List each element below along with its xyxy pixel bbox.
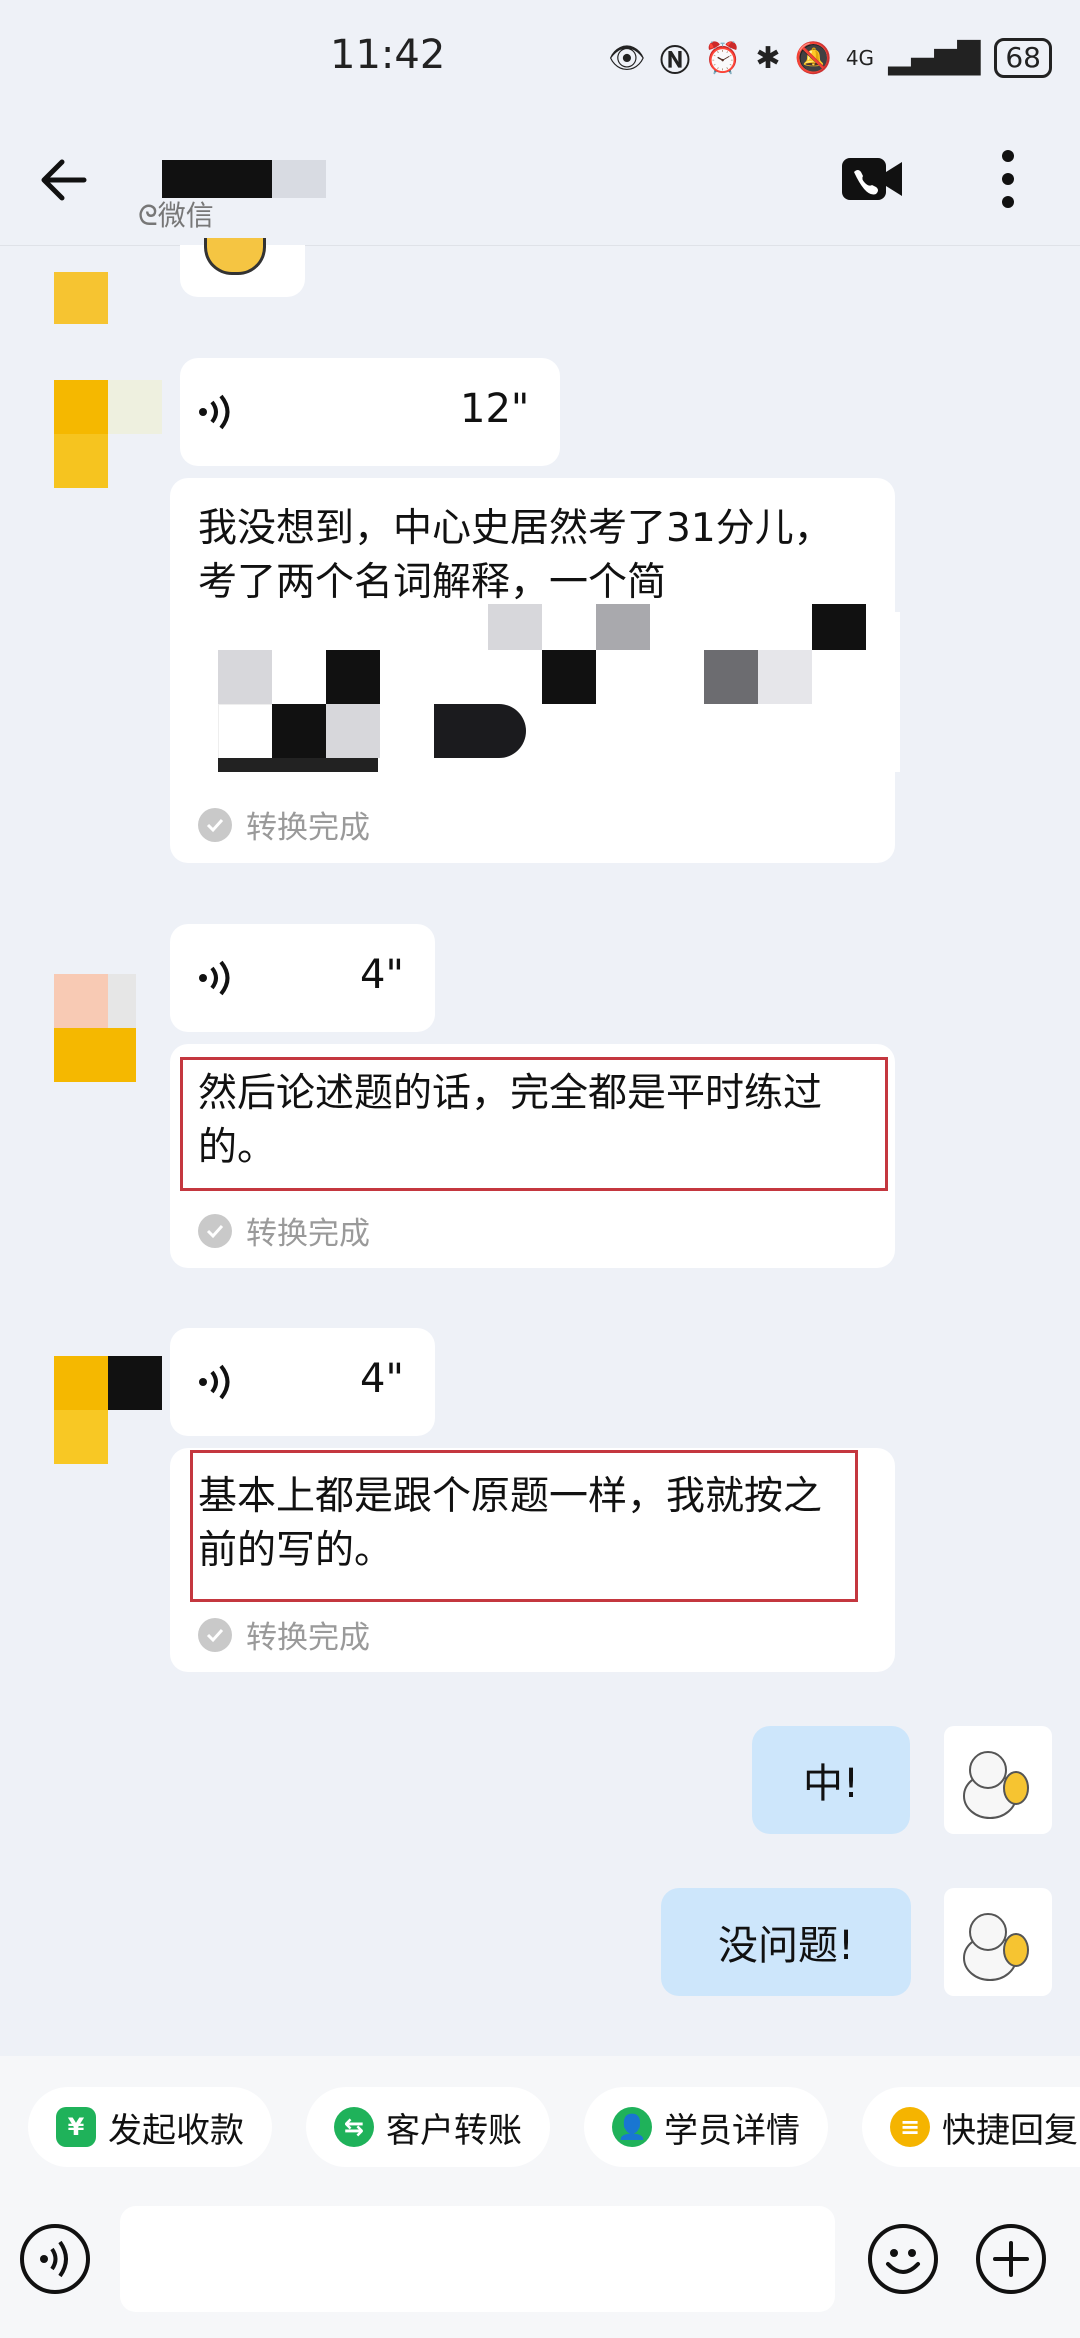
conversion-status-text: 转换完成 bbox=[246, 810, 370, 846]
check-icon bbox=[198, 1213, 232, 1248]
quick-action-label: 学员详情 bbox=[664, 2110, 800, 2151]
smiley-icon bbox=[886, 2249, 920, 2274]
check-icon bbox=[198, 1617, 232, 1652]
cartoon-avatar-icon bbox=[963, 1913, 1029, 1981]
my-text-bubble[interactable]: 中! bbox=[752, 1726, 910, 1834]
more-options-icon[interactable] bbox=[996, 148, 1020, 210]
emoji-button[interactable] bbox=[868, 2224, 938, 2294]
conversion-status: 转换完成 bbox=[198, 1208, 370, 1253]
transcript-text: 我没想到，中心史居然考了31分儿，考了两个名词解释，一个简 bbox=[198, 506, 833, 605]
voice-input-button[interactable] bbox=[20, 2224, 90, 2294]
quick-action-label: 发起收款 bbox=[108, 2110, 244, 2151]
voice-duration: 4" bbox=[360, 952, 404, 998]
video-call-icon[interactable] bbox=[840, 154, 904, 204]
quick-reply-icon: ≡ bbox=[890, 2107, 930, 2147]
contact-name-redacted bbox=[162, 160, 272, 198]
yen-shield-icon: ¥ bbox=[56, 2107, 96, 2147]
signal-icon: ▂▄▆█ bbox=[888, 40, 981, 76]
transcript-text: 然后论述题的话，完全都是平时练过的。 bbox=[198, 1071, 823, 1170]
status-time: 11:42 bbox=[330, 32, 446, 78]
status-icons: 👁 Ⓝ ⏰ ✱ 🔕 4G ▂▄▆█ 68 bbox=[608, 36, 1052, 80]
transcript-text: 基本上都是跟个原题一样，我就按之前的写的。 bbox=[198, 1474, 823, 1573]
my-text-bubble[interactable]: 没问题! bbox=[661, 1888, 911, 1996]
quick-action-student-details[interactable]: 👤 学员详情 bbox=[584, 2087, 828, 2167]
quick-action-label: 客户转账 bbox=[386, 2110, 522, 2151]
wechat-source-label: ᘓ微信 bbox=[138, 194, 214, 234]
wechat-link-icon: ᘓ bbox=[138, 199, 158, 232]
my-avatar bbox=[944, 1888, 1052, 1996]
my-avatar bbox=[944, 1726, 1052, 1834]
contact-name-redacted-fade bbox=[272, 160, 326, 198]
network-label: 4G bbox=[845, 46, 875, 70]
voice-wave-icon bbox=[40, 2240, 68, 2278]
wechat-source-text: 微信 bbox=[157, 199, 214, 232]
more-functions-button[interactable] bbox=[976, 2224, 1046, 2294]
conversion-status-text: 转换完成 bbox=[246, 1216, 370, 1252]
back-arrow-icon[interactable] bbox=[34, 150, 94, 210]
quick-action-customer-transfer[interactable]: ⇆ 客户转账 bbox=[306, 2087, 550, 2167]
conversion-status: 转换完成 bbox=[198, 1612, 370, 1657]
conversion-status: 转换完成 bbox=[198, 802, 370, 847]
user-detail-icon: 👤 bbox=[612, 2107, 652, 2147]
plus-icon bbox=[993, 2241, 1029, 2277]
avatar bbox=[54, 272, 108, 324]
message-input[interactable] bbox=[120, 2206, 835, 2312]
transfer-icon: ⇆ bbox=[334, 2107, 374, 2147]
conversion-status-text: 转换完成 bbox=[246, 1620, 370, 1656]
voice-wave-icon bbox=[199, 1364, 230, 1400]
voice-duration: 4" bbox=[360, 1356, 404, 1402]
voice-wave-icon bbox=[199, 394, 230, 430]
quick-action-quick-reply[interactable]: ≡ 快捷回复 bbox=[862, 2087, 1080, 2167]
mute-icon: 🔕 bbox=[794, 40, 832, 76]
quick-action-label: 快捷回复 bbox=[942, 2110, 1078, 2151]
battery-icon: 68 bbox=[994, 38, 1052, 78]
alarm-icon: ⏰ bbox=[703, 40, 742, 76]
voice-duration: 12" bbox=[460, 386, 530, 432]
bluetooth-icon: ✱ bbox=[755, 40, 781, 76]
check-icon bbox=[198, 807, 232, 842]
nfc-icon: Ⓝ bbox=[659, 44, 690, 79]
cartoon-avatar-icon bbox=[963, 1751, 1029, 1819]
eye-icon: 👁 bbox=[607, 40, 646, 76]
quick-action-collect-payment[interactable]: ¥ 发起收款 bbox=[28, 2087, 272, 2167]
voice-wave-icon bbox=[199, 960, 230, 996]
